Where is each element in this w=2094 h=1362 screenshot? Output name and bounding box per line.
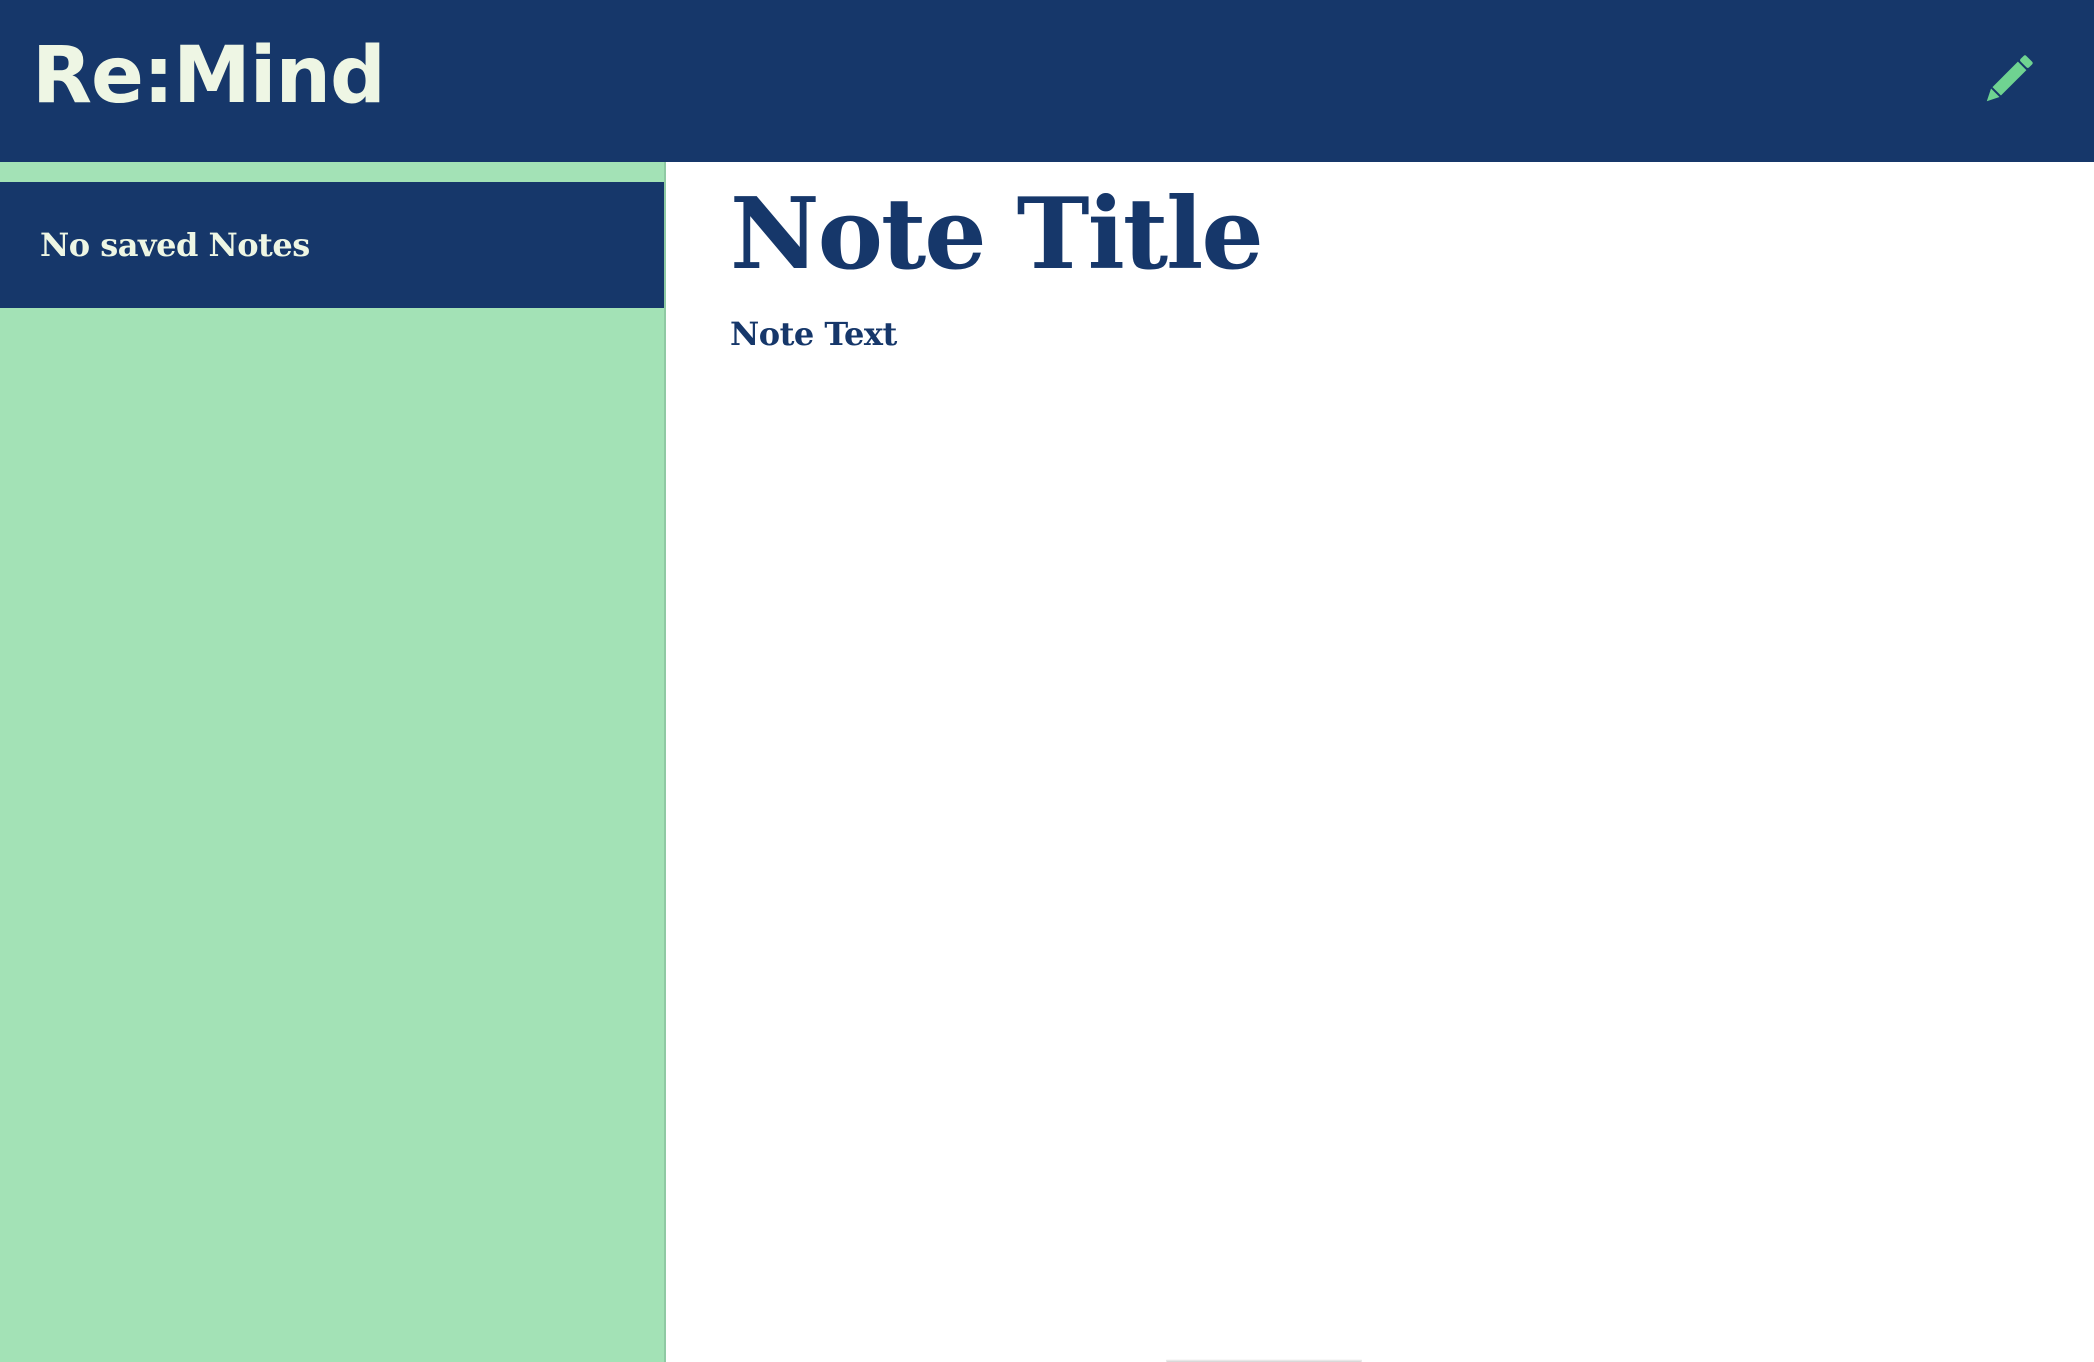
pencil-icon: [1986, 55, 2033, 102]
list-item-label: No saved Notes: [40, 226, 310, 264]
new-note-button[interactable]: [1978, 50, 2038, 110]
notes-sidebar: No saved Notes: [0, 162, 666, 1362]
note-list: No saved Notes: [0, 182, 664, 308]
note-title-input[interactable]: Note Title: [730, 180, 1264, 290]
app-logo[interactable]: Re:Mind: [32, 34, 386, 118]
note-text-input[interactable]: Note Text: [730, 314, 897, 354]
note-editor: Note Title Note Text: [666, 162, 2094, 1362]
navbar: Re:Mind: [0, 0, 2094, 162]
list-item[interactable]: No saved Notes: [0, 182, 664, 308]
